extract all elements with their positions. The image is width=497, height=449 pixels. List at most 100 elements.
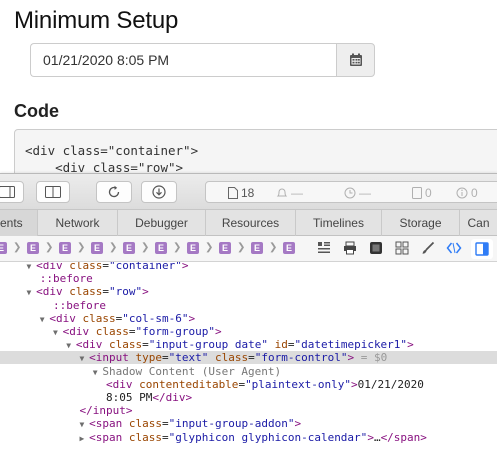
attribute-value: "glyphicon glyphicon-calendar" [168, 430, 368, 444]
breadcrumb-element[interactable]: E [187, 242, 199, 254]
breadcrumb-element[interactable]: E [283, 242, 295, 254]
dom-node-row[interactable]: </input> [0, 404, 497, 417]
download-icon [152, 185, 166, 199]
element-layout-icon[interactable] [317, 241, 331, 255]
equals: = [248, 351, 255, 365]
code-heading: Code [14, 101, 59, 121]
errors-count[interactable]: 0 [412, 185, 432, 201]
disclosure-triangle: ▼ [79, 420, 90, 430]
tab-canvas[interactable]: Can [460, 210, 497, 236]
resources-count[interactable]: 18 [228, 185, 254, 201]
shadow-dom-icon[interactable] [369, 241, 383, 255]
print-icon[interactable] [343, 241, 357, 255]
dom-node-row[interactable]: ▼ <div class="container"> [0, 262, 497, 272]
breadcrumb-element[interactable]: E [251, 242, 263, 254]
breadcrumb-separator: ❯ [141, 242, 150, 253]
tab-debugger[interactable]: Debugger [118, 210, 206, 236]
dom-node-row[interactable]: ▼ <div class="row"> [0, 285, 497, 298]
sidebar-toggle-button[interactable] [471, 239, 493, 259]
equals: = [162, 430, 169, 444]
equals: = [128, 325, 136, 338]
breadcrumb-element[interactable]: E [155, 242, 167, 254]
dom-node-row[interactable]: 8:05 PM</div> [0, 391, 497, 404]
dom-node-row[interactable]: ::before [0, 272, 497, 285]
tab-resources[interactable]: Resources [206, 210, 296, 236]
dom-node-row[interactable]: ::before [0, 299, 497, 312]
breadcrumb-separator: ❯ [109, 242, 118, 253]
dom-path-bar: E ❯ E ❯ E ❯ E ❯ E ❯ E ❯ E ❯ E ❯ E ❯ E [0, 236, 497, 262]
attribute-value: "row" [109, 285, 143, 299]
tag-name: <div [49, 311, 76, 325]
breadcrumb-element[interactable]: E [123, 242, 135, 254]
attribute-name: contenteditable [139, 377, 239, 391]
attribute-name: class [82, 311, 116, 325]
download-button[interactable] [141, 181, 177, 203]
attribute-value: "datetimepicker1" [294, 338, 408, 352]
dom-node-row[interactable]: ▼ <div class="col-sm-6"> [0, 312, 497, 325]
breadcrumb-element[interactable]: E [91, 242, 103, 254]
breadcrumb-separator: ❯ [45, 242, 54, 253]
attribute-name: id [274, 338, 288, 352]
tag-close: > [188, 311, 196, 325]
code-line: <div class="container"> [25, 143, 199, 158]
tab-network[interactable]: Network [38, 210, 118, 236]
tab-storage[interactable]: Storage [382, 210, 460, 236]
disclosure-triangle: ▼ [66, 341, 76, 351]
attribute-name: class [109, 338, 143, 352]
warnings-count[interactable]: 0 [456, 185, 478, 201]
tab-timelines[interactable]: Timelines [296, 210, 382, 236]
calendar-addon-button[interactable] [336, 43, 375, 77]
attribute-value: "col-sm-6" [122, 311, 189, 325]
dock-button[interactable] [0, 181, 24, 203]
breadcrumb-element[interactable]: E [59, 242, 71, 254]
attribute-name: class [128, 430, 162, 444]
inspector-tabs: ents Network Debugger Resources Timeline… [0, 210, 497, 236]
errors-count-label: 0 [425, 186, 432, 200]
tag-close: > [367, 430, 374, 444]
breadcrumb-element[interactable]: E [219, 242, 231, 254]
breadcrumb-separator: ❯ [173, 242, 182, 253]
activity-status: 18 — — 0 0 [205, 181, 497, 203]
collapsed-ellipsis: … [373, 430, 381, 444]
source-brackets-icon[interactable] [446, 241, 462, 255]
dom-node-row[interactable]: ▼ <div class="input-group date" id="date… [0, 338, 497, 351]
equals: = [162, 351, 169, 365]
layout-button[interactable] [36, 181, 70, 203]
tag-name: <span [89, 430, 123, 444]
grid-icon[interactable] [395, 241, 409, 255]
tag-name: <div [36, 262, 63, 272]
dom-node-row[interactable]: ▶ <span class="glyphicon glyphicon-calen… [0, 431, 497, 444]
end-tag: </div> [152, 391, 193, 404]
reload-button[interactable] [96, 181, 132, 203]
pseudo-element: ::before [52, 298, 106, 312]
tab-elements[interactable]: ents [0, 210, 38, 236]
dom-node-row[interactable]: ▼ <span class="input-group-addon"> [0, 417, 497, 430]
tag-name: <div [105, 377, 133, 391]
datetime-input[interactable] [30, 43, 336, 77]
dom-node-row[interactable]: ▼ Shadow Content (User Agent) [0, 365, 497, 378]
paintbrush-icon[interactable] [421, 241, 435, 255]
dom-node-row[interactable]: ▼ <div class="form-group"> [0, 325, 497, 338]
tag-close: > [214, 325, 222, 338]
breadcrumb-element[interactable]: E [0, 242, 7, 254]
dom-node-row[interactable]: ▼ <input type="text" class="form-control… [0, 351, 497, 365]
attribute-value: "text" [168, 351, 209, 365]
breadcrumb-element[interactable]: E [27, 242, 39, 254]
dom-node-row[interactable]: <div contenteditable="plaintext-only">01… [0, 378, 497, 391]
load-status-label: — [291, 186, 303, 200]
error-log-icon [412, 187, 422, 199]
end-tag: </input> [79, 404, 133, 418]
